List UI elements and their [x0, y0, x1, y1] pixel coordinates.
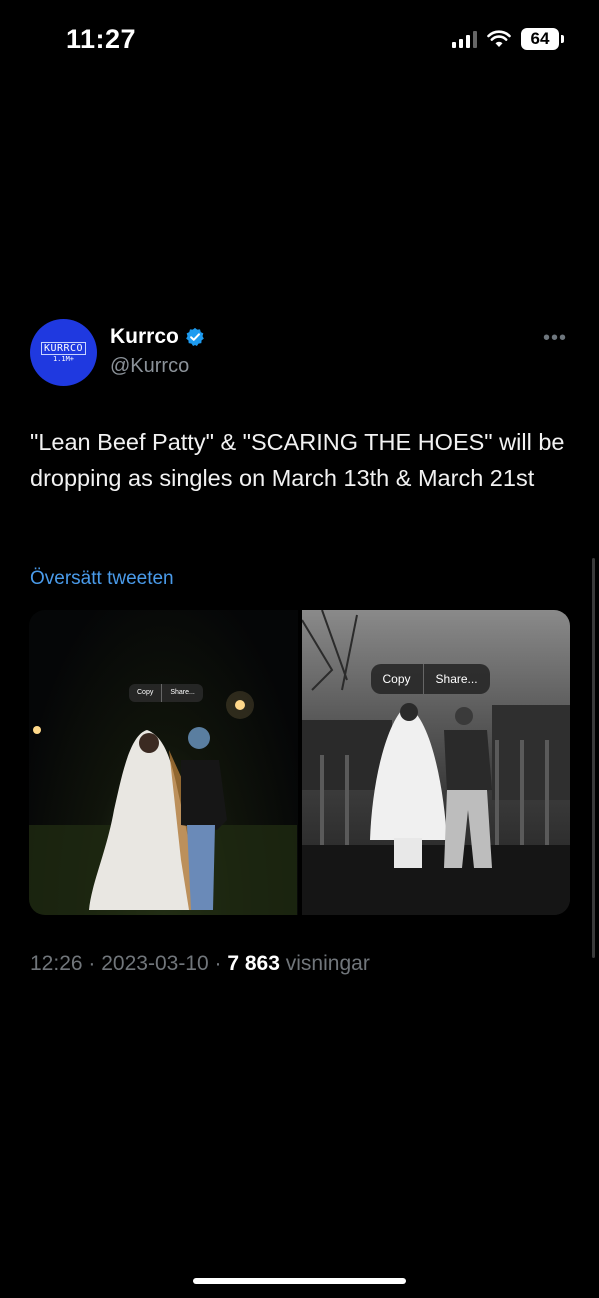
tweet-text: "Lean Beef Patty" & "SCARING THE HOES" w…	[30, 429, 565, 491]
more-options-icon[interactable]: •••	[543, 327, 567, 350]
status-time: 11:27	[66, 24, 137, 54]
photo-2-context-menu: Copy Share...	[370, 664, 490, 694]
tweet-media-grid: Copy Share... Copy Share...	[29, 610, 570, 915]
tweet-photo-2[interactable]: Copy Share...	[301, 610, 570, 915]
photo-2-share-option[interactable]: Share...	[424, 664, 490, 694]
verified-badge-icon	[186, 327, 204, 346]
tweet-date: 2023-03-10	[101, 952, 209, 975]
battery-level: 64	[530, 29, 550, 48]
home-indicator[interactable]	[193, 1278, 406, 1284]
photo-2-copy-option[interactable]: Copy	[371, 664, 423, 694]
wifi-icon	[487, 30, 511, 47]
photo-1-scene	[29, 691, 297, 915]
avatar-logo-subtext: 1.1M+	[52, 354, 75, 363]
tweet-meta: 12:26 · 2023-03-10 · 7 863 visningar	[30, 952, 370, 976]
photo-1-copy-option[interactable]: Copy	[129, 684, 161, 702]
views-count[interactable]: 7 863	[227, 952, 280, 975]
tweet-photo-1[interactable]: Copy Share...	[29, 610, 298, 915]
scrollbar[interactable]	[592, 558, 595, 958]
author-handle[interactable]: @Kurrco	[110, 355, 189, 378]
avatar-logo-text: KURRCO	[40, 341, 87, 355]
translate-tweet-link[interactable]: Översätt tweeten	[30, 568, 174, 590]
battery-indicator: 64	[521, 28, 564, 50]
meta-separator: ·	[214, 952, 222, 975]
avatar[interactable]: KURRCO 1.1M+	[30, 319, 97, 386]
views-label: visningar	[285, 952, 370, 975]
status-icons: 64	[452, 28, 564, 50]
photo-1-share-option[interactable]: Share...	[162, 684, 203, 702]
author-display-name[interactable]: Kurrco	[110, 325, 205, 349]
tweet-time: 12:26	[30, 952, 83, 975]
photo-1-context-menu: Copy Share...	[129, 684, 203, 702]
cellular-signal-icon	[452, 30, 477, 48]
photo-2-scene	[301, 610, 570, 915]
meta-separator: ·	[88, 952, 96, 975]
author-name-text: Kurrco	[110, 325, 179, 348]
